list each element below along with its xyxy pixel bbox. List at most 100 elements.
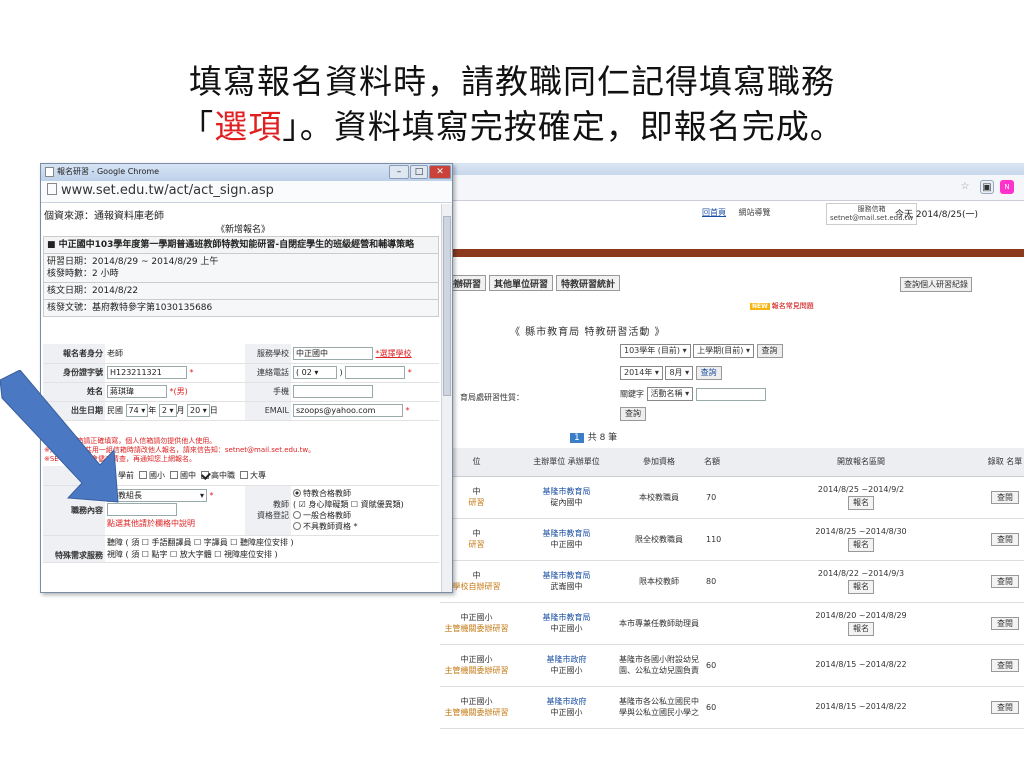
job-hint: 點選其他請於欄格中說明	[107, 519, 195, 528]
stage-option[interactable]: 大專	[239, 470, 266, 480]
minimize-button[interactable]: –	[389, 165, 409, 179]
checkbox-icon[interactable]	[170, 470, 178, 479]
new-extension-icon[interactable]: N	[1000, 180, 1014, 194]
view-button[interactable]: 查閱	[991, 700, 1019, 714]
birth-day-select[interactable]: 20 ▾	[187, 404, 210, 417]
checkbox-icon[interactable]	[240, 470, 248, 479]
tab-statistics[interactable]: 特教研習統計	[556, 275, 621, 291]
col-host: 主辦單位 承辦單位	[519, 448, 614, 477]
view-button[interactable]: 查閱	[991, 574, 1019, 588]
teacher-qualification-label: 教師 資格登記	[245, 485, 291, 536]
register-button[interactable]: 報名	[848, 622, 874, 636]
identity-label: 報名者身分	[43, 344, 105, 364]
checkbox-icon[interactable]	[201, 470, 209, 479]
qualification-cell: 限本校教師	[614, 560, 704, 603]
popup-address-bar[interactable]: www.set.edu.tw/act/act_sign.asp	[41, 181, 452, 203]
qual-option-none[interactable]: 不具教師資格 *	[293, 521, 437, 532]
phone-field[interactable]	[345, 366, 406, 379]
quota-cell: 60	[704, 686, 736, 729]
stage-option[interactable]: 國中	[169, 470, 196, 480]
qual-option-special[interactable]: 特教合格教師	[293, 488, 437, 499]
calendar-month-select[interactable]: 8月 ▾	[665, 366, 694, 380]
host-cell: 基隆市教育局 碇內國中	[519, 476, 614, 519]
stage-checkboxes: 學前 國小 國中 高中職 大專	[105, 466, 439, 486]
gender-note: *(男)	[169, 387, 188, 396]
close-button[interactable]: ✕	[429, 165, 451, 179]
email-field[interactable]: szoops@yahoo.com	[293, 404, 403, 417]
keyword-input[interactable]	[695, 387, 766, 401]
faq-label: 報名常見問題	[771, 302, 814, 310]
term-select[interactable]: 上學期(目前) ▾	[693, 344, 754, 358]
caption-rest: 」。資料填寫完按確定，即報名完成。	[282, 107, 844, 146]
qualification-cell: 基隆市各公私立國民中學與公私立國民小學之	[614, 686, 704, 729]
period-cell: 2014/8/25 ~2014/9/2 報名	[736, 476, 986, 519]
choose-school-link[interactable]: *選擇學校	[376, 349, 412, 358]
radio-icon[interactable]	[293, 522, 301, 530]
popup-title: 報名研習 - Google Chrome	[57, 167, 160, 176]
scroll-thumb[interactable]	[443, 216, 451, 396]
qualification-cell: 本市專兼任教師助理員	[614, 602, 704, 645]
star-icon[interactable]: ☆	[958, 180, 972, 194]
school-field[interactable]: 中正國中	[293, 346, 373, 360]
radio-icon[interactable]	[293, 511, 301, 519]
qual-option-general[interactable]: 一般合格教師	[293, 510, 437, 521]
filter-row-term: 103學年 (目前) ▾ 上學期(目前) ▾ 查詢	[620, 344, 783, 358]
browser-toolbar: ☆ ▣ N	[440, 175, 1024, 201]
radio-icon[interactable]	[293, 489, 301, 497]
stage-option[interactable]: 國小	[138, 470, 165, 480]
view-button[interactable]: 查閱	[991, 616, 1019, 630]
keyword-label: 關鍵字	[620, 389, 644, 399]
view-button[interactable]: 查閱	[991, 490, 1019, 504]
nav-tabs: 委辦研習 其他單位研習 特教研習統計	[440, 275, 623, 293]
birth-month-select[interactable]: 2 ▾	[158, 404, 177, 417]
mobile-field[interactable]	[293, 385, 373, 398]
caption-highlight: 選項	[214, 107, 283, 146]
popup-titlebar: 報名研習 - Google Chrome – □ ✕	[41, 164, 452, 181]
calendar-year-select[interactable]: 2014年 ▾	[620, 366, 663, 380]
period-cell: 2014/8/22 ~2014/9/3 報名	[736, 560, 986, 603]
area-code-select[interactable]: ( 02 ▾	[293, 366, 337, 379]
data-source: 個資來源：通報資料庫老師	[44, 211, 164, 222]
qual-option-category[interactable]: ( ☑ 身心障礙類 ☐ 資賦優異類)	[293, 499, 437, 510]
birth-year-select[interactable]: 74 ▾	[125, 404, 149, 417]
query-button[interactable]: 查詢	[756, 344, 783, 358]
sitemap-link[interactable]: 網站導覽	[739, 208, 771, 217]
visual-needs[interactable]: 視障 ( 須 ☐ 點字 ☐ 放大字體 ☐ 視障座位安排 )	[107, 549, 437, 561]
period-cell: 2014/8/15 ~2014/8/22	[736, 686, 986, 729]
identity-value: 老師	[105, 344, 245, 364]
period-cell: 2014/8/15 ~2014/8/22	[736, 644, 986, 687]
approval-date: 核文日期：2014/8/22	[43, 283, 439, 300]
register-button[interactable]: 報名	[848, 580, 874, 594]
job-select[interactable]: 特教組長 ▾	[107, 489, 207, 502]
unit-cell: 中正國小 主管機關委辦研習	[440, 644, 519, 687]
keyword-type-select[interactable]: 活動名稱 ▾	[646, 387, 694, 401]
stage-option[interactable]: 高中職	[200, 470, 235, 480]
background-page: ☆ ▣ N 回首頁 網站導覽 服務信箱 setnet@mail.set.edu.t…	[440, 163, 1024, 768]
query-personal-button[interactable]: 查詢個人研習紀錄	[900, 277, 972, 292]
checkbox-icon[interactable]	[139, 470, 147, 479]
year-select[interactable]: 103學年 (目前) ▾	[620, 344, 691, 358]
header-links: 回首頁 網站導覽	[702, 207, 781, 218]
new-badge: NEW	[750, 303, 770, 310]
faq-link[interactable]: NEW 報名常見問題	[750, 301, 814, 311]
view-cell: 查閱	[986, 560, 1024, 603]
query-keyword-button[interactable]: 查詢	[620, 407, 646, 421]
quota-cell	[704, 602, 736, 645]
query-month-button[interactable]: 查詢	[695, 366, 722, 380]
extension-icon[interactable]: ▣	[980, 180, 994, 194]
home-link[interactable]: 回首頁	[702, 208, 726, 217]
register-button[interactable]: 報名	[848, 538, 874, 552]
total-count: 共 8 筆	[587, 433, 618, 443]
tab-other-units[interactable]: 其他單位研習	[489, 275, 554, 291]
view-button[interactable]: 查閱	[991, 658, 1019, 672]
filter-row-submit: 查詢	[620, 407, 646, 421]
host-cell: 基隆市教育局 中正國小	[519, 602, 614, 645]
maximize-button[interactable]: □	[410, 165, 428, 179]
table-row: 103 中學校自辦研習 基隆市教育局武崙國中 限本校教師 80 2014/8/2…	[440, 560, 1024, 603]
hearing-needs[interactable]: 聽障 ( 須 ☐ 手語翻譯員 ☐ 字譯員 ☐ 聽障座位安排 )	[107, 537, 437, 549]
popup-scrollbar[interactable]	[441, 204, 452, 592]
results-table: 位 主辦單位 承辦單位 參加資格 名額 開放報名區間 錄取 名單 中研習 基隆市…	[440, 448, 1024, 729]
page-number[interactable]: 1	[570, 433, 584, 443]
register-button[interactable]: 報名	[848, 496, 874, 510]
view-button[interactable]: 查閱	[991, 532, 1019, 546]
